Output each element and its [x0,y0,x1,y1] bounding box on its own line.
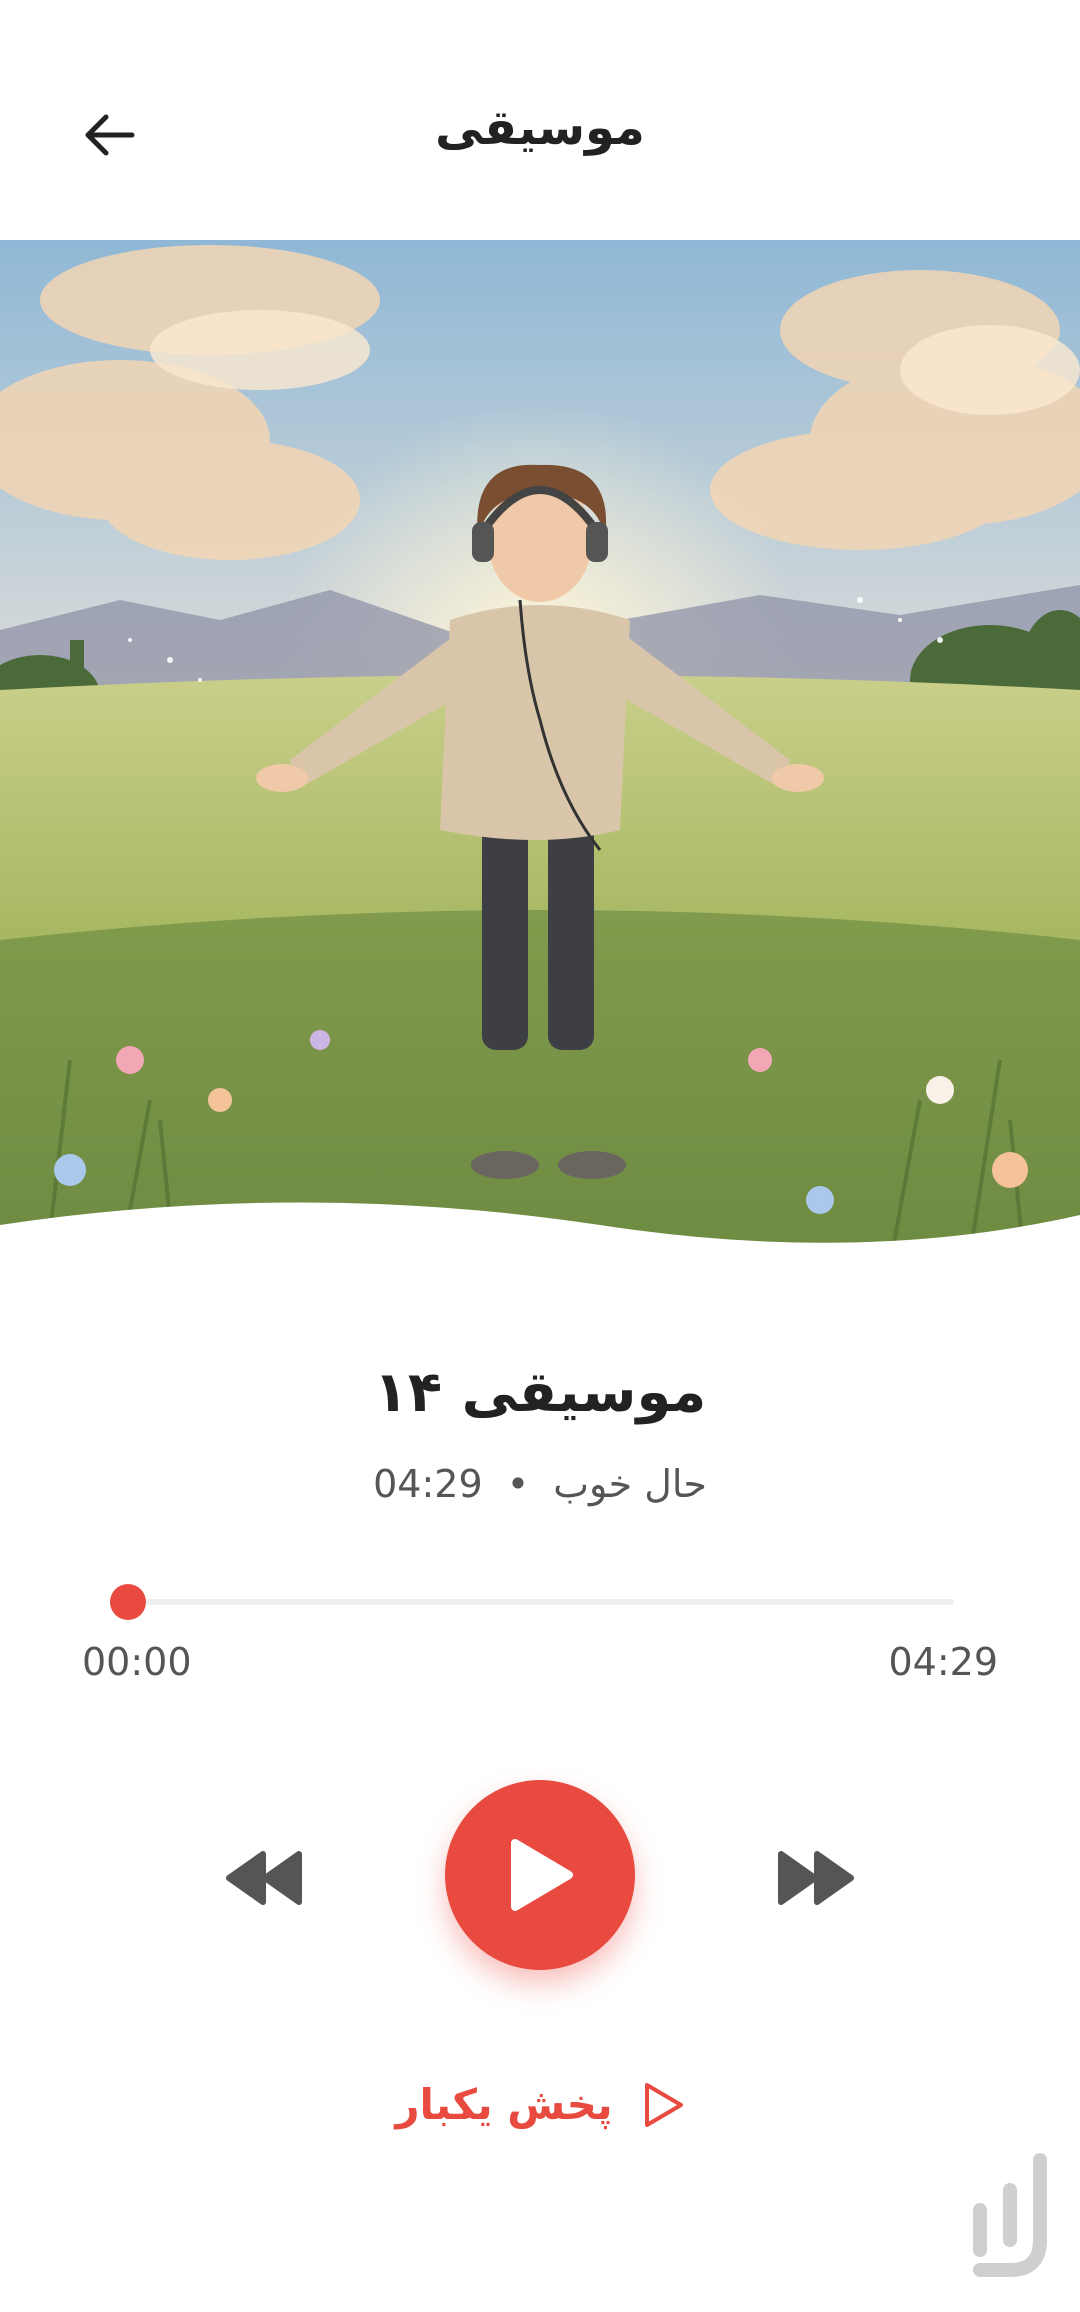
fast-forward-icon [778,1851,854,1905]
rewind-icon [226,1851,302,1905]
play-once-button[interactable]: پخش یکبار [0,2080,1080,2129]
meta-separator: • [506,1462,530,1506]
forward-button[interactable] [775,1850,855,1906]
play-icon [511,1839,573,1911]
total-time: 04:29 [888,1640,998,1684]
playback-controls [0,1780,1080,1970]
track-meta: حال خوب • 04:29 [0,1462,1080,1506]
progress-slider[interactable] [110,1584,954,1620]
cafebazaar-logo-icon [960,2150,1070,2300]
top-app-bar: موسیقی [0,0,1080,240]
page-title: موسیقی [435,100,645,156]
play-outline-icon [644,2082,683,2127]
elapsed-time: 00:00 [82,1640,192,1684]
progress-thumb[interactable] [110,1584,146,1620]
play-button[interactable] [445,1780,635,1970]
rewind-button[interactable] [225,1850,305,1906]
play-once-label: پخش یکبار [395,2080,613,2129]
track-category: حال خوب [553,1462,707,1506]
track-title: موسیقی ۱۴ [373,1360,707,1425]
album-artwork [0,240,1080,1320]
track-duration: 04:29 [373,1462,483,1506]
